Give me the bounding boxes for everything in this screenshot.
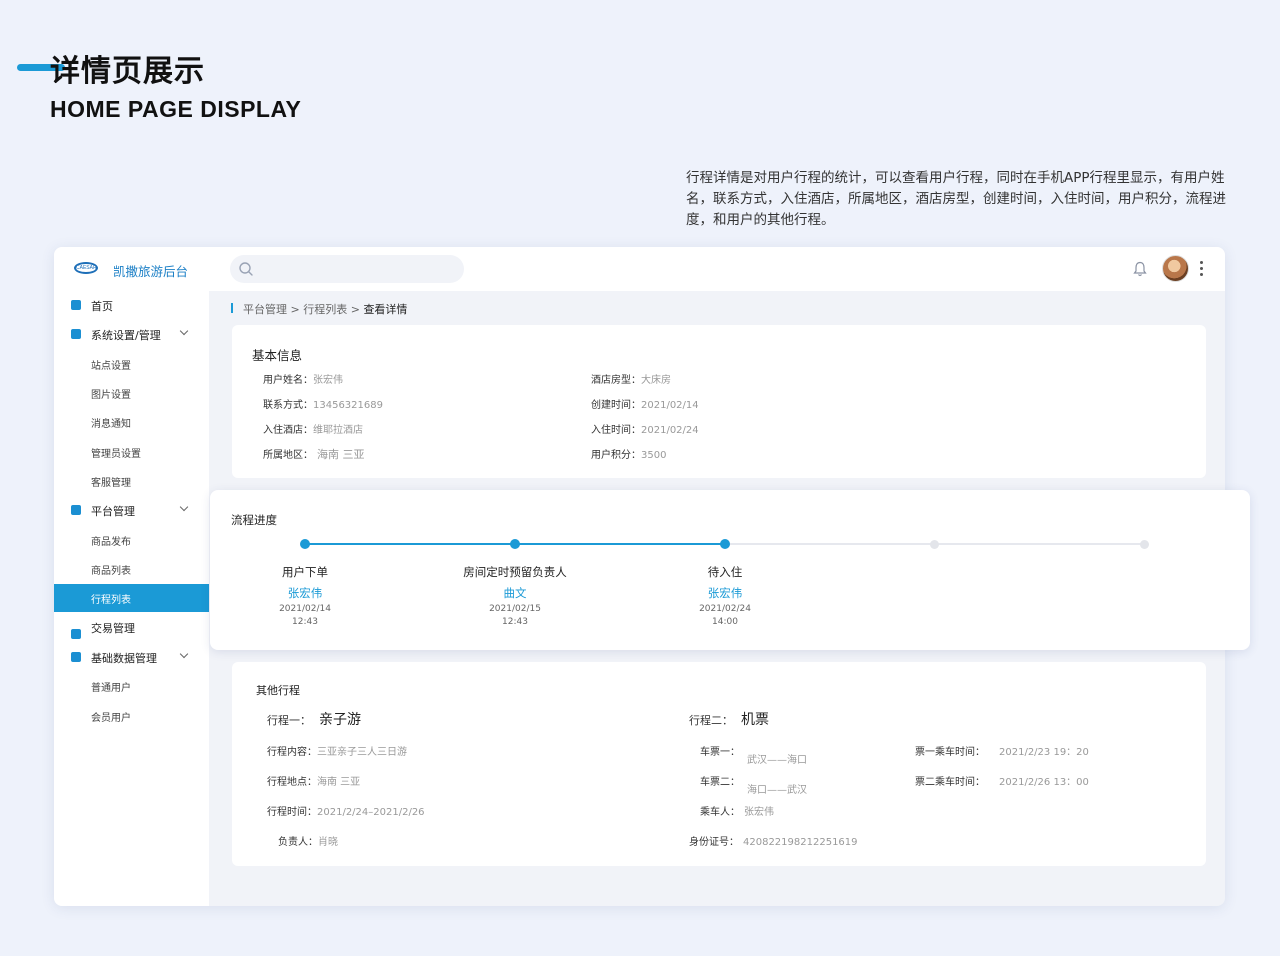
- trip1-header: 行程一： 亲子游: [267, 712, 361, 728]
- progress-dot-done: [720, 539, 730, 549]
- ticket1-label: 车票一：: [700, 747, 740, 758]
- sidebar-item-users[interactable]: 普通用户: [54, 672, 209, 700]
- ticket2-value: 海口——武汉: [747, 785, 807, 796]
- breadcrumb-marker: [231, 303, 233, 313]
- top-bar: CAESAR 凯撒旅游后台: [54, 247, 1225, 291]
- breadcrumb-platform[interactable]: 平台管理: [243, 303, 287, 316]
- sidebar-item-platform[interactable]: 平台管理: [54, 496, 209, 524]
- avatar[interactable]: [1162, 255, 1189, 282]
- platform-icon: [71, 505, 81, 515]
- progress-step-3: 待入住 张宏伟 2021/02/24 14:00: [699, 565, 751, 627]
- points-field: 用户积分：3500: [591, 450, 667, 461]
- trip-content-field: 行程内容：三亚亲子三人三日游: [267, 747, 407, 758]
- progress-dot-pending: [930, 539, 939, 549]
- progress-title: 流程进度: [231, 513, 277, 527]
- breadcrumb-sep: >: [350, 303, 360, 316]
- page-title: 详情页展示: [50, 54, 205, 89]
- sidebar-item-notice[interactable]: 消息通知: [54, 408, 209, 436]
- brand-name: 凯撒旅游后台: [113, 264, 189, 279]
- phone-field: 联系方式：13456321689: [263, 400, 383, 411]
- ticket1-time-field: 票一乘车时间： 2021/2/23 19：20: [915, 747, 1089, 758]
- trip-time-field: 行程时间：2021/2/24–2021/2/26: [267, 807, 425, 818]
- sidebar-item-service[interactable]: 客服管理: [54, 467, 209, 495]
- created-time-field: 创建时间：2021/02/14: [591, 400, 699, 411]
- ticket2-time-field: 票二乘车时间： 2021/2/26 13：00: [915, 777, 1089, 788]
- trip-place-field: 行程地点：海南 三亚: [267, 777, 361, 788]
- search-input[interactable]: [230, 255, 464, 283]
- progress-card: 流程进度 用户下单 张宏伟 2021/02/14 12:43 房间定时预留负责人 …: [210, 490, 1250, 650]
- progress-line: [515, 543, 725, 545]
- search-icon: [239, 262, 253, 276]
- sidebar-item-members[interactable]: 会员用户: [54, 702, 209, 730]
- chevron-down-icon: [179, 502, 189, 512]
- settings-icon: [71, 329, 81, 339]
- page-subtitle: HOME PAGE DISPLAY: [50, 96, 302, 122]
- sidebar-item-system[interactable]: 系统设置/管理: [54, 320, 209, 348]
- sidebar-item-goods[interactable]: 商品列表: [54, 555, 209, 583]
- trip-owner-field: 负责人：肖晓: [278, 837, 338, 848]
- chevron-down-icon: [179, 326, 189, 336]
- more-vertical-icon[interactable]: [1200, 261, 1204, 279]
- bell-icon[interactable]: [1133, 261, 1147, 277]
- breadcrumb-sep: >: [290, 303, 300, 316]
- other-trips-card: 其他行程 行程一： 亲子游 行程内容：三亚亲子三人三日游 行程地点：海南 三亚 行…: [232, 662, 1206, 866]
- other-trips-title: 其他行程: [256, 684, 300, 697]
- region-field: 所属地区： 海南 三亚: [263, 448, 365, 461]
- progress-line: [935, 543, 1145, 545]
- progress-dot-pending: [1140, 539, 1149, 549]
- sidebar-item-site[interactable]: 站点设置: [54, 350, 209, 378]
- trip2-header: 行程二： 机票: [689, 712, 769, 728]
- ticket1-value: 武汉——海口: [747, 755, 807, 766]
- home-icon: [71, 300, 81, 310]
- breadcrumb-trips[interactable]: 行程列表: [303, 303, 347, 316]
- breadcrumb-current: 查看详情: [363, 303, 408, 316]
- brand-logo-text: CAESAR: [76, 265, 97, 271]
- progress-dot-done: [510, 539, 520, 549]
- sidebar: 首页 系统设置/管理 站点设置 图片设置 消息通知 管理员设置 客服管理 平台管…: [54, 291, 209, 906]
- progress-line: [305, 543, 515, 545]
- basic-info-card: 基本信息 用户姓名：张宏伟 联系方式：13456321689 入住酒店：维耶拉酒…: [232, 325, 1206, 478]
- sidebar-item-admin[interactable]: 管理员设置: [54, 438, 209, 466]
- sidebar-item-trips[interactable]: 行程列表: [54, 584, 209, 612]
- sidebar-item-publish[interactable]: 商品发布: [54, 526, 209, 554]
- progress-dot-done: [300, 539, 310, 549]
- passenger-field: 乘车人： 张宏伟: [700, 807, 774, 818]
- progress-step-1: 用户下单 张宏伟 2021/02/14 12:43: [279, 565, 331, 627]
- sidebar-item-data[interactable]: 基础数据管理: [54, 643, 209, 671]
- hotel-field: 入住酒店：维耶拉酒店: [263, 425, 363, 436]
- trade-icon: [71, 629, 81, 639]
- progress-line: [725, 543, 935, 545]
- user-name-field: 用户姓名：张宏伟: [263, 375, 343, 386]
- basic-info-title: 基本信息: [252, 348, 303, 363]
- chevron-down-icon: [179, 649, 189, 659]
- sidebar-item-home[interactable]: 首页: [54, 291, 209, 319]
- page-description: 行程详情是对用户行程的统计，可以查看用户行程，同时在手机APP行程里显示，有用户…: [686, 170, 1226, 228]
- sidebar-item-image[interactable]: 图片设置: [54, 379, 209, 407]
- data-icon: [71, 652, 81, 662]
- room-type-field: 酒店房型：大床房: [591, 375, 671, 386]
- id-number-field: 身份证号： 420822198212251619: [689, 837, 858, 848]
- breadcrumb: 平台管理 > 行程列表 > 查看详情: [243, 301, 407, 317]
- sidebar-item-trade[interactable]: 交易管理: [54, 613, 209, 641]
- ticket2-label: 车票二：: [700, 777, 740, 788]
- checkin-time-field: 入住时间：2021/02/24: [591, 425, 699, 436]
- progress-step-2: 房间定时预留负责人 曲文 2021/02/15 12:43: [463, 565, 567, 627]
